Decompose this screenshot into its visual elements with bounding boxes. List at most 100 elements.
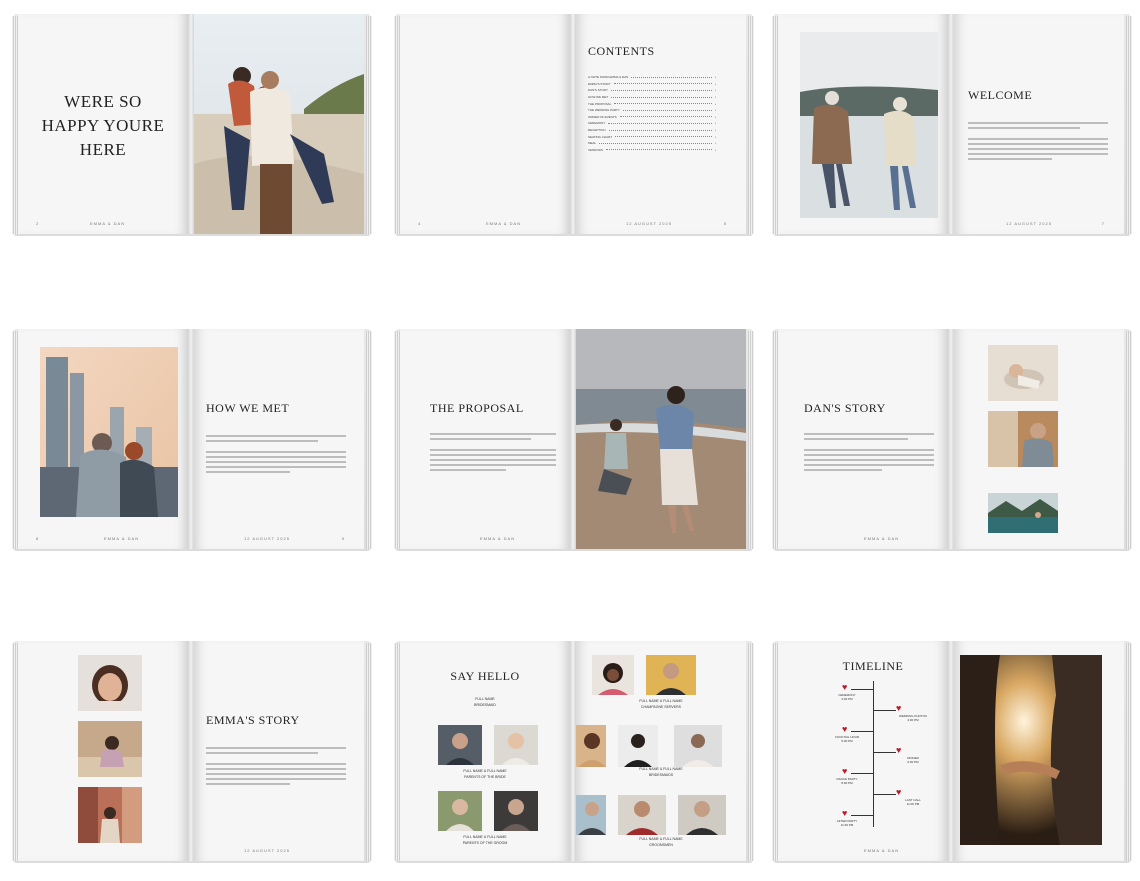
toc-leader-dots <box>611 96 712 98</box>
body-text-lines <box>206 435 346 445</box>
toc-entry-label: HOW WE MET <box>588 95 609 100</box>
toc-leader-dots <box>605 149 712 151</box>
couple-beach-photo <box>194 14 364 234</box>
page-edges <box>748 643 754 861</box>
page-heading: DAN'S STORY <box>804 401 886 415</box>
page-heading: WERE SO HAPPY YOURE HERE <box>41 92 165 159</box>
page-heading: HOW WE MET <box>206 401 290 415</box>
table-of-contents: A NOTE FROM EMMA & DAN • EMMA'S STORY • DAN'… <box>588 74 718 153</box>
guest-portrait <box>438 725 482 765</box>
page-footer: 12 AUGUST 2025 <box>244 536 290 541</box>
toc-entry: HOW WE MET • <box>588 94 718 101</box>
page-edges <box>1126 16 1132 234</box>
toc-entry: CEREMONY • <box>588 120 718 127</box>
toc-entry-label: RECEPTION <box>588 128 606 133</box>
toc-leader-dots <box>610 89 712 91</box>
body-text-lines <box>968 122 1108 132</box>
toc-page-marker: • <box>715 134 717 139</box>
girl-drawing-photo <box>78 721 142 777</box>
book-spread-welcome: WELCOME 12 AUGUST 2025 7 <box>772 14 1132 236</box>
toc-leader-dots <box>613 83 712 85</box>
timeline-event-time: 8:00 PM <box>841 781 853 785</box>
left-page: THE PROPOSAL EMMA & DAN <box>400 329 570 549</box>
toc-entry: RECEPTION • <box>588 127 718 134</box>
right-page: CONTENTS A NOTE FROM EMMA & DAN • EMMA'S S… <box>576 14 746 234</box>
person-name: FULL NAME & FULL NAME <box>463 769 507 773</box>
toc-entry-label: EMMA'S STORY <box>588 81 611 86</box>
page-edges <box>748 16 754 234</box>
guest-portrait <box>494 725 538 765</box>
toc-page-marker: • <box>715 147 717 152</box>
timeline-axis <box>873 681 874 827</box>
page-footer: EMMA & DAN <box>90 221 126 226</box>
person-role: CHAMPAGNE SERVERS <box>641 705 681 709</box>
page-heading: WELCOME <box>968 88 1033 102</box>
page-footer: EMMA & DAN <box>864 536 900 541</box>
toc-page-marker: • <box>715 141 717 146</box>
page-footer: EMMA & DAN <box>864 848 900 853</box>
timeline-tick <box>851 773 873 774</box>
toc-page-marker: • <box>715 81 717 86</box>
toc-entry-label: THE PROPOSAL <box>588 101 612 106</box>
timeline-event-time: 3:00 PM <box>841 697 853 701</box>
person-role: BRIDESMAIDS <box>648 773 674 777</box>
right-page: WELCOME 12 AUGUST 2025 7 <box>954 14 1124 234</box>
heart-icon: ♥ <box>896 787 902 797</box>
page-edges <box>366 331 372 549</box>
guest-portrait <box>438 791 482 831</box>
book-spread-dans-story: DAN'S STORY EMMA & DAN <box>772 329 1132 551</box>
toc-page-marker: • <box>715 95 717 100</box>
book-spread-say-hello: SAY HELLO FULL NAME BRIDESMAID FULL NAME… <box>394 641 754 863</box>
timeline-event-time: 4:00 PM <box>907 718 919 722</box>
page-number: 5 <box>723 221 726 226</box>
person-name: FULL NAME <box>475 697 495 701</box>
toc-entry-label: CEREMONY <box>588 121 606 126</box>
toc-entry-label: MEAL <box>588 141 597 146</box>
book-spread-contents: 4 EMMA & DAN CONTENTS A NOTE FROM EMMA &… <box>394 14 754 236</box>
left-page <box>18 641 188 861</box>
left-page: SAY HELLO FULL NAME BRIDESMAID FULL NAME… <box>400 641 570 861</box>
baby-photo <box>988 345 1058 401</box>
person-role: GROOMSMEN <box>649 843 673 847</box>
left-page: WERE SO HAPPY YOURE HERE 2 EMMA & DAN <box>18 14 188 234</box>
right-page: HOW WE MET 12 AUGUST 2025 9 <box>194 329 364 549</box>
girl-travel-photo <box>78 787 142 843</box>
book-spread-emmas-story: EMMA'S STORY 12 AUGUST 2025 <box>12 641 372 863</box>
page-number: 8 <box>36 536 39 541</box>
toc-entry-label: A NOTE FROM EMMA & DAN <box>588 75 629 80</box>
timeline-event-time: 5:00 PM <box>841 739 853 743</box>
toc-leader-dots <box>599 142 712 144</box>
timeline-tick <box>851 731 873 732</box>
toc-entry-label: ORDER OF EVENTS <box>588 114 617 119</box>
body-text-lines <box>206 747 346 757</box>
heart-icon: ♥ <box>842 682 848 692</box>
page-number: 2 <box>36 221 39 226</box>
guest-portrait <box>618 795 666 835</box>
toc-leader-dots <box>615 136 712 138</box>
body-text-lines <box>968 138 1108 163</box>
toc-entry-label: THE WEDDING PARTY <box>588 108 620 113</box>
person-name: FULL NAME & FULL NAME <box>639 699 683 703</box>
page-number: 9 <box>341 536 344 541</box>
left-page <box>778 14 948 234</box>
heart-icon: ♥ <box>842 724 848 734</box>
heart-icon: ♥ <box>842 766 848 776</box>
timeline-tick <box>874 794 896 795</box>
toc-entry-label: DAN'S STORY <box>588 88 608 93</box>
couple-snow-photo <box>800 32 938 218</box>
right-page <box>954 641 1124 861</box>
page-heading: THE PROPOSAL <box>430 401 524 415</box>
toc-entry: THE PROPOSAL • <box>588 100 718 107</box>
page-footer: EMMA & DAN <box>104 536 140 541</box>
body-text-lines <box>206 451 346 476</box>
body-text-lines <box>430 449 556 474</box>
timeline-event-time: 11:00 PM <box>906 802 920 806</box>
timeline-tick <box>874 752 896 753</box>
heart-icon: ♥ <box>896 745 902 755</box>
person-role: BRIDESMAID <box>474 703 496 707</box>
toc-page-marker: • <box>715 108 717 113</box>
guest-portrait <box>494 791 538 831</box>
page-edges <box>366 643 372 861</box>
page-heading: TIMELINE <box>842 659 904 673</box>
right-page: EMMA'S STORY 12 AUGUST 2025 <box>194 641 364 861</box>
